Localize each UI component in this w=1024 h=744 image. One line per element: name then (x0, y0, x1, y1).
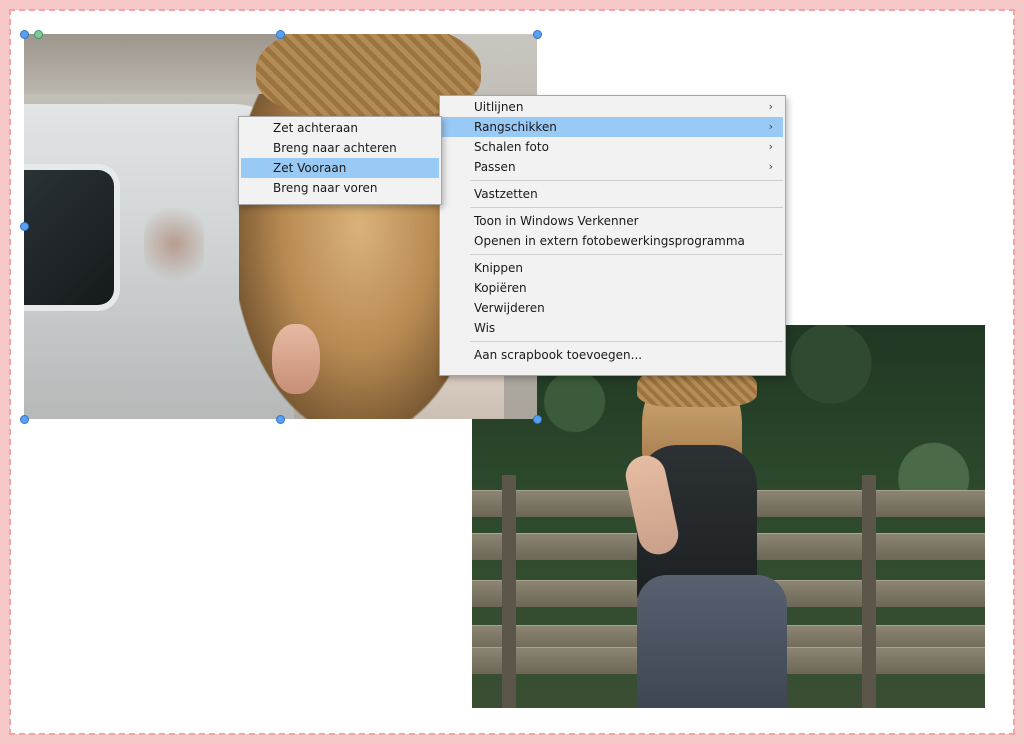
submenu-item-zet-vooraan[interactable]: Zet Vooraan (241, 158, 439, 178)
menu-item-scrapbook[interactable]: Aan scrapbook toevoegen... (442, 345, 783, 365)
menu-item-knippen[interactable]: Knippen (442, 258, 783, 278)
menu-item-verwijderen[interactable]: Verwijderen (442, 298, 783, 318)
menu-item-label: Kopiëren (474, 281, 527, 295)
menu-item-label: Toon in Windows Verkenner (474, 214, 639, 228)
resize-handle-bottom-left[interactable] (20, 415, 29, 424)
resize-handle-left[interactable] (20, 222, 29, 231)
submenu-rangschikken: Zet achteraan Breng naar achteren Zet Vo… (238, 116, 442, 205)
resize-handle-top-right[interactable] (533, 30, 542, 39)
menu-item-toon-in-verkenner[interactable]: Toon in Windows Verkenner (442, 211, 783, 231)
context-menu: Uitlijnen › Rangschikken › Schalen foto … (439, 95, 786, 376)
chevron-right-icon: › (768, 100, 773, 113)
menu-item-label: Vastzetten (474, 187, 538, 201)
menu-item-passen[interactable]: Passen › (442, 157, 783, 177)
menu-separator (470, 207, 783, 208)
resize-handle-top-left[interactable] (20, 30, 29, 39)
menu-item-label: Uitlijnen (474, 100, 524, 114)
menu-separator (470, 180, 783, 181)
menu-item-label: Zet achteraan (273, 121, 359, 135)
menu-item-label: Schalen foto (474, 140, 549, 154)
resize-handle-top[interactable] (276, 30, 285, 39)
rotate-handle[interactable] (34, 30, 43, 39)
woman-hand (272, 324, 320, 394)
bench-leg (502, 475, 516, 708)
truck-window (24, 164, 120, 311)
menu-item-label: Wis (474, 321, 496, 335)
menu-item-wis[interactable]: Wis (442, 318, 783, 338)
menu-item-kopieren[interactable]: Kopiëren (442, 278, 783, 298)
menu-item-label: Knippen (474, 261, 524, 275)
chevron-right-icon: › (768, 140, 773, 153)
menu-item-label: Aan scrapbook toevoegen... (474, 348, 643, 362)
menu-item-label: Zet Vooraan (273, 161, 347, 175)
menu-separator (470, 341, 783, 342)
submenu-item-breng-naar-voren[interactable]: Breng naar voren (241, 178, 439, 198)
menu-item-label: Breng naar voren (273, 181, 378, 195)
submenu-item-zet-achteraan[interactable]: Zet achteraan (241, 118, 439, 138)
menu-item-uitlijnen[interactable]: Uitlijnen › (442, 97, 783, 117)
chevron-right-icon: › (768, 120, 773, 133)
menu-item-label: Openen in extern fotobewerkingsprogramma (474, 234, 745, 248)
truck-rust-spot (144, 199, 204, 289)
menu-item-label: Rangschikken (474, 120, 557, 134)
menu-item-label: Verwijderen (474, 301, 545, 315)
bench-leg (862, 475, 876, 708)
photo-bench[interactable] (472, 325, 985, 708)
menu-item-label: Passen (474, 160, 516, 174)
submenu-item-breng-naar-achteren[interactable]: Breng naar achteren (241, 138, 439, 158)
menu-item-rangschikken[interactable]: Rangschikken › (442, 117, 783, 137)
menu-separator (470, 254, 783, 255)
menu-item-label: Breng naar achteren (273, 141, 397, 155)
resize-handle-bottom-right[interactable] (533, 415, 542, 424)
chevron-right-icon: › (768, 160, 773, 173)
woman-legs (637, 575, 787, 708)
menu-item-vastzetten[interactable]: Vastzetten (442, 184, 783, 204)
menu-item-schalen-foto[interactable]: Schalen foto › (442, 137, 783, 157)
resize-handle-bottom[interactable] (276, 415, 285, 424)
menu-item-openen-extern[interactable]: Openen in extern fotobewerkingsprogramma (442, 231, 783, 251)
